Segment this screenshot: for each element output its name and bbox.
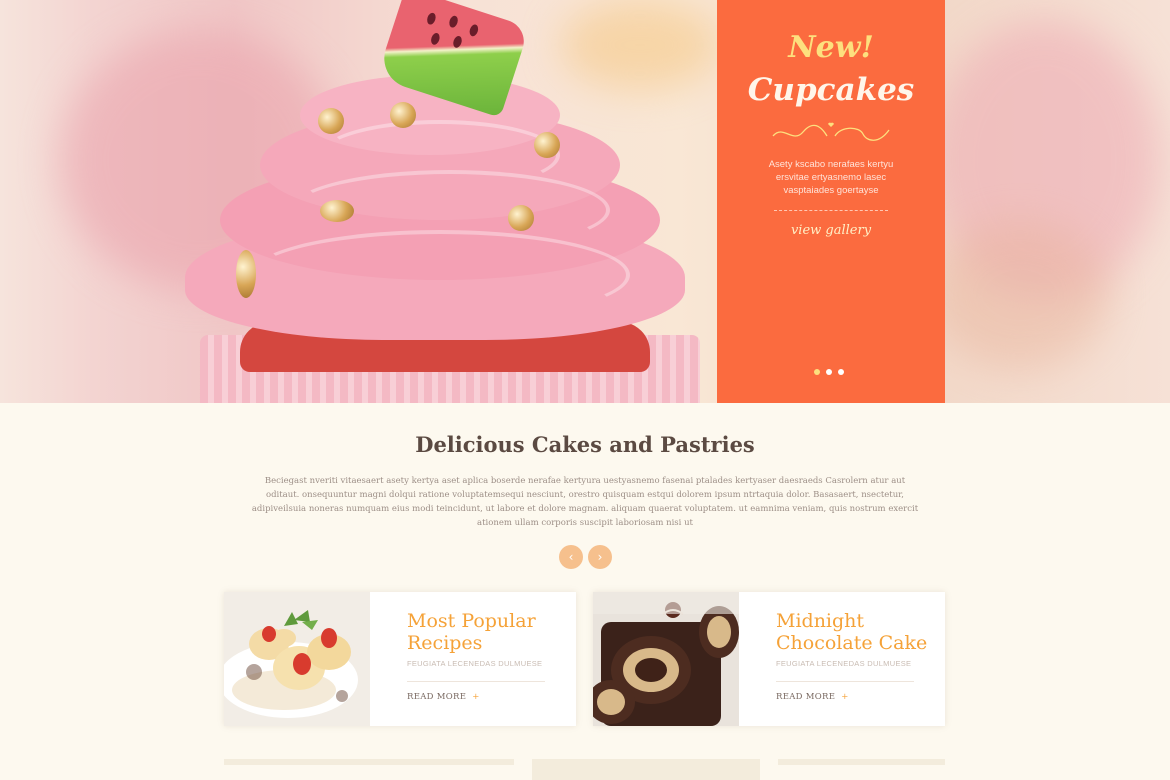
slider-pagination xyxy=(814,369,844,375)
dumplings-image xyxy=(224,592,370,726)
plus-icon: + xyxy=(841,692,849,702)
footer-section-preview xyxy=(532,759,760,780)
promo-description: Asety kscabo nerafaes kertyu ersvitae er… xyxy=(768,159,894,196)
sugar-pearl xyxy=(390,102,416,128)
promo-title: Cupcakes xyxy=(747,72,915,108)
frosting-swirl xyxy=(320,120,560,190)
slider-dot-1[interactable] xyxy=(814,369,820,375)
promo-badge: New! xyxy=(788,30,874,65)
read-more-link[interactable]: READ MORE + xyxy=(776,692,849,702)
plus-icon: + xyxy=(472,692,480,702)
footer-section-preview xyxy=(224,759,514,765)
carousel-next-button[interactable]: › xyxy=(588,545,612,569)
read-more-label: READ MORE xyxy=(776,692,836,702)
card-title: Midnight Chocolate Cake xyxy=(776,610,928,654)
feature-card-popular-recipes[interactable]: Most Popular Recipes FEUGIATA LECENEDAS … xyxy=(224,592,576,726)
card-subtitle: FEUGIATA LECENEDAS DULMUESE xyxy=(407,659,543,668)
promo-divider xyxy=(774,210,888,211)
sugar-pearl xyxy=(508,205,534,231)
card-title: Most Popular Recipes xyxy=(407,610,536,654)
section-description: Beciegast nveriti vitaesaert asety kerty… xyxy=(251,476,919,528)
background-light-blur xyxy=(560,0,720,90)
card-divider xyxy=(776,681,914,682)
sugar-pearl xyxy=(318,108,344,134)
read-more-label: READ MORE xyxy=(407,692,467,702)
footer-section-preview xyxy=(778,759,945,765)
read-more-link[interactable]: READ MORE + xyxy=(407,692,480,702)
card-divider xyxy=(407,681,545,682)
chevron-right-icon: › xyxy=(597,550,603,564)
chocolate-roll-image xyxy=(593,592,739,726)
sugar-pearl xyxy=(534,132,560,158)
promo-panel: New! Cupcakes Asety kscabo nerafaes kert… xyxy=(717,0,945,403)
background-cupcake-blur xyxy=(930,220,1110,370)
slider-dot-2[interactable] xyxy=(826,369,832,375)
slider-dot-3[interactable] xyxy=(838,369,844,375)
hero-slider: New! Cupcakes Asety kscabo nerafaes kert… xyxy=(0,0,1170,403)
chevron-left-icon: ‹ xyxy=(568,550,574,564)
view-gallery-link[interactable]: view gallery xyxy=(717,223,945,238)
section-title: Delicious Cakes and Pastries xyxy=(415,432,755,457)
card-subtitle: FEUGIATA LECENEDAS DULMUESE xyxy=(776,659,912,668)
ornament-icon xyxy=(772,122,890,141)
carousel-prev-button[interactable]: ‹ xyxy=(559,545,583,569)
sugar-pearl xyxy=(236,250,256,298)
feature-card-chocolate-cake[interactable]: Midnight Chocolate Cake FEUGIATA LECENED… xyxy=(593,592,945,726)
sugar-pearl xyxy=(320,200,354,222)
